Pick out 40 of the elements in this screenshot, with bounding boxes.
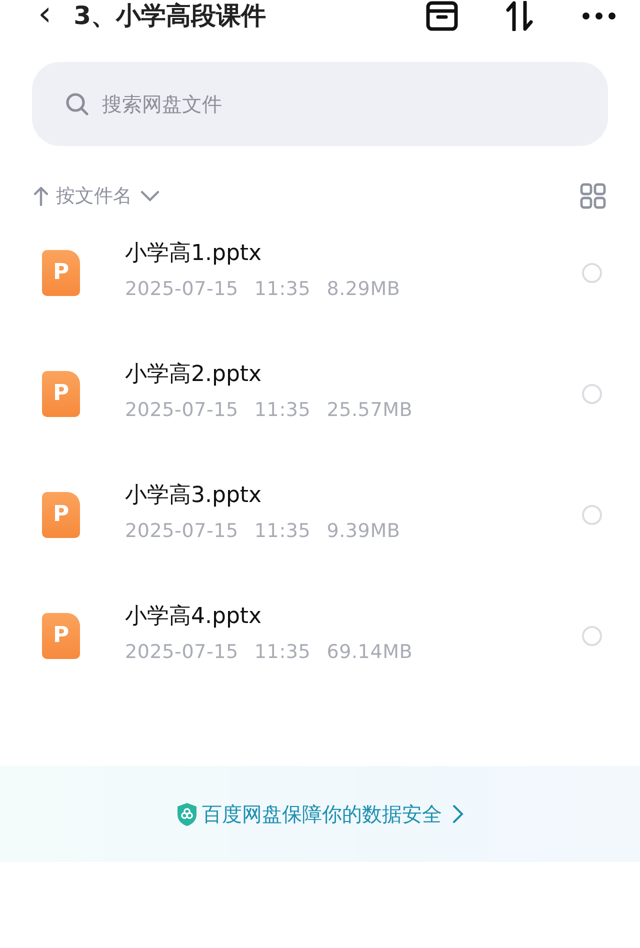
presentation-file-icon: P xyxy=(42,492,80,538)
file-name: 小学高3.pptx xyxy=(125,483,263,510)
search-field[interactable]: 搜索网盘文件 xyxy=(32,62,608,146)
file-row[interactable]: P 小学高2.pptx 2025-07-15 11:35 25.57MB xyxy=(0,333,640,454)
presentation-file-icon: P xyxy=(42,250,80,296)
file-size: 25.57MB xyxy=(326,398,413,424)
file-time: 11:35 xyxy=(254,277,311,302)
folder-title: 3、小学高段课件 xyxy=(74,0,266,32)
select-radio[interactable] xyxy=(582,626,602,646)
presentation-file-icon: P xyxy=(42,370,80,416)
file-date: 2025-07-15 xyxy=(125,519,238,544)
back-button[interactable]: ‹ xyxy=(30,0,60,30)
file-row[interactable]: P 小学高4.pptx 2025-07-15 11:35 69.14MB xyxy=(0,575,640,696)
file-date: 2025-07-15 xyxy=(125,398,238,424)
presentation-file-icon: P xyxy=(42,612,80,658)
grid-view-icon[interactable] xyxy=(580,183,606,209)
file-size: 8.29MB xyxy=(326,277,400,302)
file-date: 2025-07-15 xyxy=(125,640,238,666)
file-time: 11:35 xyxy=(254,519,311,544)
file-name: 小学高4.pptx xyxy=(125,604,263,630)
file-row[interactable]: P 小学高1.pptx 2025-07-15 11:35 8.29MB xyxy=(0,212,640,333)
file-time: 11:35 xyxy=(254,398,311,424)
file-time: 11:35 xyxy=(254,640,311,666)
archive-icon[interactable] xyxy=(426,1,458,31)
file-date: 2025-07-15 xyxy=(125,277,238,302)
file-size: 69.14MB xyxy=(326,640,413,666)
file-row[interactable]: P 小学高3.pptx 2025-07-15 11:35 9.39MB xyxy=(0,454,640,575)
chevron-right-icon xyxy=(452,804,464,824)
shield-icon xyxy=(176,802,198,826)
caret-icon xyxy=(140,190,160,202)
file-size: 9.39MB xyxy=(326,519,400,544)
up-arrow-icon xyxy=(34,186,48,206)
file-name: 小学高2.pptx xyxy=(125,362,263,388)
select-radio[interactable] xyxy=(582,504,602,524)
sort-icon[interactable] xyxy=(506,1,534,31)
more-icon[interactable] xyxy=(582,12,616,20)
security-link[interactable]: 百度网盘保障你的数据安全 xyxy=(202,799,442,829)
select-radio[interactable] xyxy=(582,262,602,282)
file-name: 小学高1.pptx xyxy=(125,241,263,268)
select-radio[interactable] xyxy=(582,384,602,404)
